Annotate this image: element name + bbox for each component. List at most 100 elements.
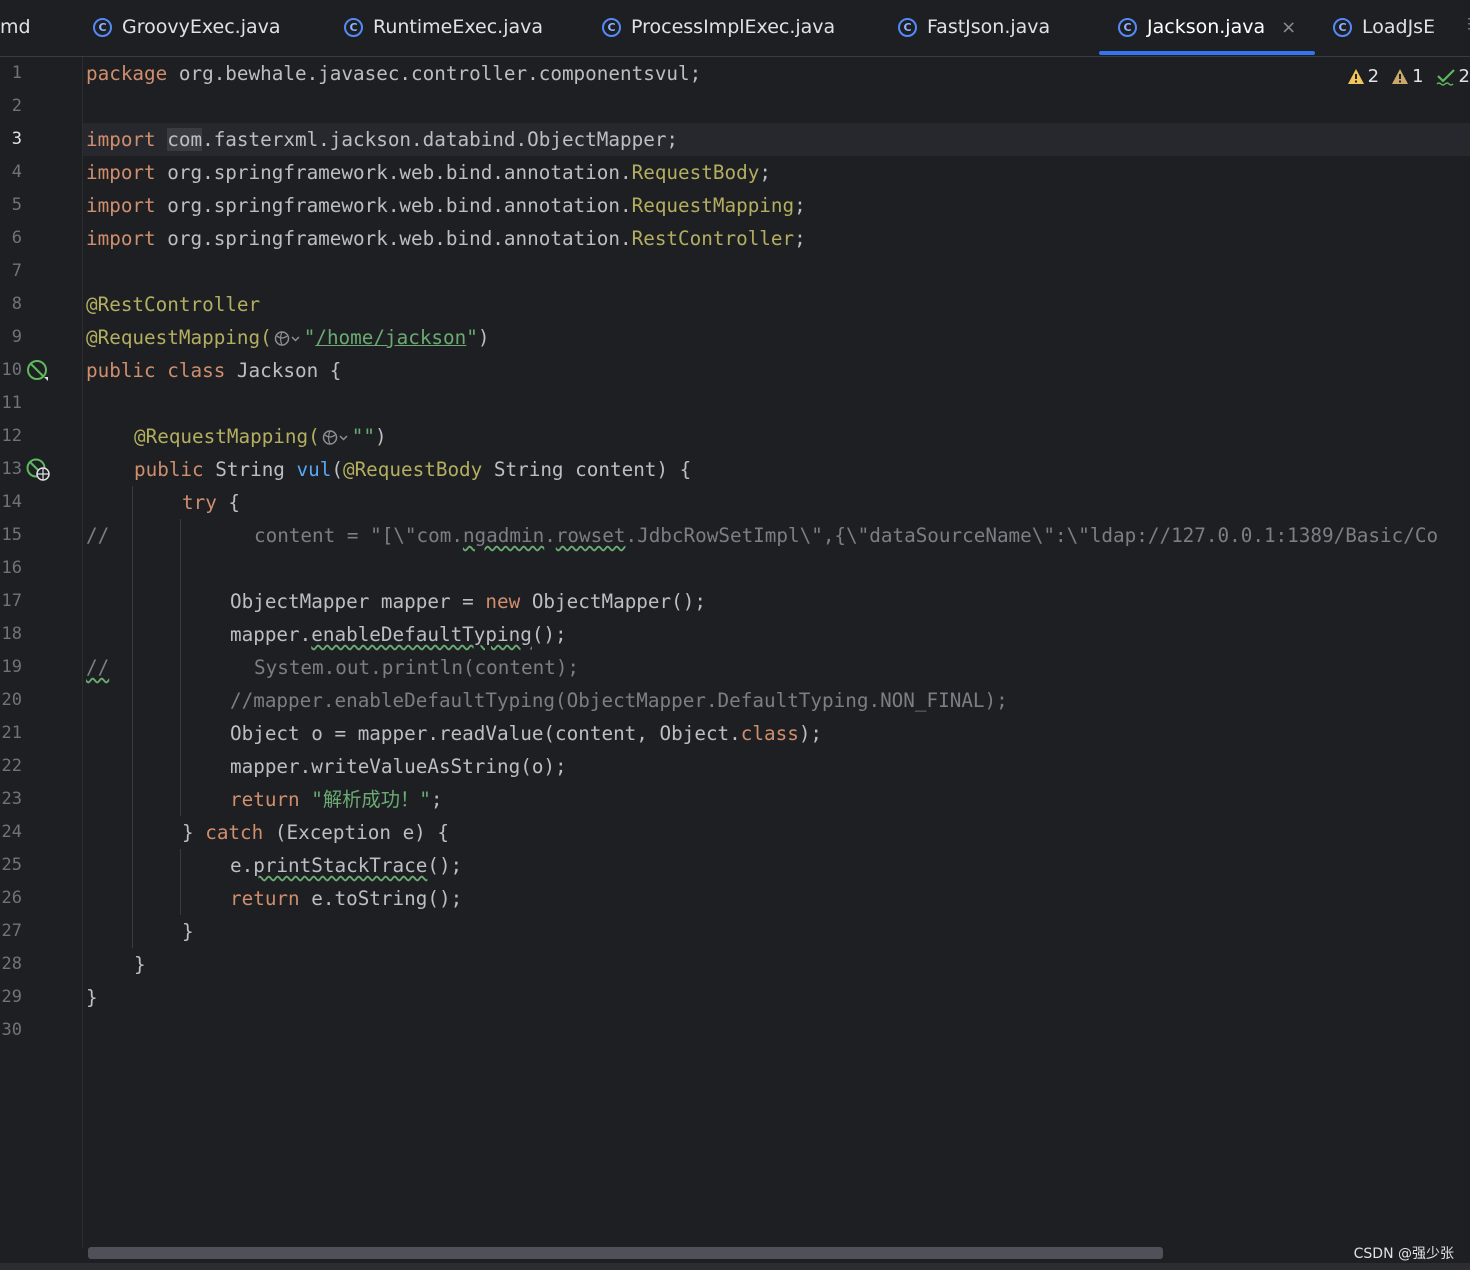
line-number: 17	[1, 591, 22, 611]
code-line-4: import org.springframework.web.bind.anno…	[86, 156, 771, 189]
comment-text: System.out.println(content);	[254, 656, 580, 679]
typos-indicator[interactable]: 2	[1436, 66, 1470, 87]
tab-label: ProcessImplExec.java	[631, 16, 836, 38]
annotation: @RequestBody	[342, 458, 483, 481]
close-icon[interactable]: ×	[1281, 17, 1296, 38]
annotation: @RequestMapping(	[86, 326, 272, 349]
code-text: ;	[759, 161, 771, 184]
code-line-19-body: System.out.println(content);	[254, 651, 579, 684]
line-number: 26	[1, 888, 22, 908]
tab-label: Jackson.java	[1147, 16, 1266, 38]
code-text: {	[216, 491, 241, 514]
java-class-icon: C	[1333, 17, 1352, 37]
code-text: }	[86, 986, 98, 1009]
string-quote: "	[466, 326, 478, 349]
indent-guide	[180, 519, 181, 816]
code-line-21: Object o = mapper.readValue(content, Obj…	[230, 717, 822, 750]
code-text: ObjectMapper();	[520, 590, 706, 613]
annotation: @RequestMapping(	[134, 425, 320, 448]
spring-bean-icon[interactable]	[26, 359, 52, 383]
tab-md[interactable]: md	[0, 0, 31, 54]
line-number: 10	[1, 360, 22, 380]
spring-request-mapping-icon[interactable]	[26, 458, 52, 482]
inspection-widget[interactable]: 2 1 2	[1347, 66, 1470, 87]
tab-processimplexec[interactable]: C ProcessImplExec.java	[602, 0, 835, 54]
keyword: public	[134, 458, 204, 481]
keyword: return	[230, 887, 300, 910]
method-name: vul	[296, 458, 332, 481]
web-url-icon[interactable]	[274, 329, 302, 348]
string-literal: "解析成功！"	[311, 788, 431, 811]
code-text: mapper.	[230, 623, 312, 646]
code-line-25: e.printStackTrace();	[230, 849, 462, 882]
weak-warnings-indicator[interactable]: 1	[1391, 66, 1424, 87]
code-line-15-body: content = "[\"com.ngadmin.rowset.JdbcRow…	[254, 519, 1438, 552]
java-class-icon: C	[344, 17, 363, 37]
code-line-17: ObjectMapper mapper = new ObjectMapper()…	[230, 585, 706, 618]
bottom-edge	[0, 1263, 1470, 1270]
line-number: 5	[11, 195, 22, 215]
class-name: RestController	[631, 227, 795, 250]
string-quote: "	[303, 326, 316, 349]
code-editor[interactable]: package org.bewhale.javasec.controller.c…	[83, 57, 1470, 1247]
comment-text: .JdbcRowSetImpl\",{\"dataSourceName\":\"…	[625, 524, 1439, 547]
typo-word: rowset	[555, 524, 626, 547]
line-number: 1	[11, 63, 22, 83]
code-line-27: }	[182, 915, 194, 948]
code-line-20: //mapper.enableDefaultTyping(ObjectMappe…	[230, 684, 1008, 717]
comment-text: //mapper.enableDefaultTyping(ObjectMappe…	[230, 689, 1008, 712]
line-number: 24	[1, 822, 22, 842]
active-tab-indicator	[1099, 51, 1315, 55]
code-text: ();	[427, 854, 463, 877]
code-text: );	[798, 722, 823, 745]
keyword: new	[485, 590, 521, 613]
tab-overflow-icon[interactable]: ⋮	[1462, 16, 1470, 32]
keyword: catch	[205, 821, 264, 844]
warnings-indicator[interactable]: 2	[1347, 66, 1379, 87]
code-line-22: mapper.writeValueAsString(o);	[230, 750, 567, 783]
indent-guide	[132, 486, 133, 948]
code-text: mapper.writeValueAsString(o);	[230, 755, 567, 778]
line-number: 2	[11, 96, 22, 116]
line-number: 22	[1, 756, 22, 776]
horizontal-scrollbar[interactable]	[88, 1247, 1163, 1259]
line-number: 16	[1, 558, 22, 578]
tab-fastjson[interactable]: C FastJson.java	[898, 0, 1050, 54]
comment-slash: //	[86, 524, 110, 547]
weak-warnings-count: 1	[1412, 66, 1424, 87]
code-text: e.toString();	[299, 887, 463, 910]
code-line-24: } catch (Exception e) {	[182, 816, 449, 849]
keyword: class	[167, 359, 226, 382]
tab-groovyexec[interactable]: C GroovyExec.java	[93, 0, 281, 54]
line-number: 15	[1, 525, 22, 545]
code-text: String content) {	[482, 458, 692, 481]
tab-runtimeexec[interactable]: C RuntimeExec.java	[344, 0, 543, 54]
code-line-19: //	[86, 651, 109, 684]
line-number: 9	[11, 327, 22, 347]
line-number-gutter[interactable]: 1 2 3 4 5 6 7 8 9 10 11 12 13 14 15 16 1…	[0, 57, 83, 1247]
line-number: 23	[1, 789, 22, 809]
url-path-link[interactable]: /home/jackson	[315, 326, 466, 349]
code-text: e.	[230, 854, 254, 877]
code-line-14: try {	[182, 486, 240, 519]
line-number: 19	[1, 657, 22, 677]
code-line-12: @RequestMapping("")	[134, 420, 387, 453]
code-line-23: return "解析成功！";	[230, 783, 443, 816]
code-line-13: public String vul(@RequestBody String co…	[134, 453, 691, 486]
java-class-icon: C	[93, 17, 112, 37]
tab-jackson[interactable]: C Jackson.java ×	[1118, 0, 1296, 54]
keyword: import	[86, 128, 156, 151]
tab-label: LoadJsE	[1362, 16, 1436, 38]
web-url-icon[interactable]	[322, 428, 350, 447]
class-name: RequestMapping	[631, 194, 795, 217]
code-line-8: @RestController	[86, 288, 260, 321]
code-text: ();	[531, 623, 567, 646]
tab-loadjse[interactable]: C LoadJsE	[1333, 0, 1435, 54]
code-text: String	[203, 458, 297, 481]
code-text: (	[331, 458, 343, 481]
line-number: 12	[1, 426, 22, 446]
code-text: Object o = mapper.readValue(content, Obj…	[230, 722, 741, 745]
weak-warning-icon	[1392, 69, 1409, 84]
line-number: 27	[1, 921, 22, 941]
line-number: 18	[1, 624, 22, 644]
